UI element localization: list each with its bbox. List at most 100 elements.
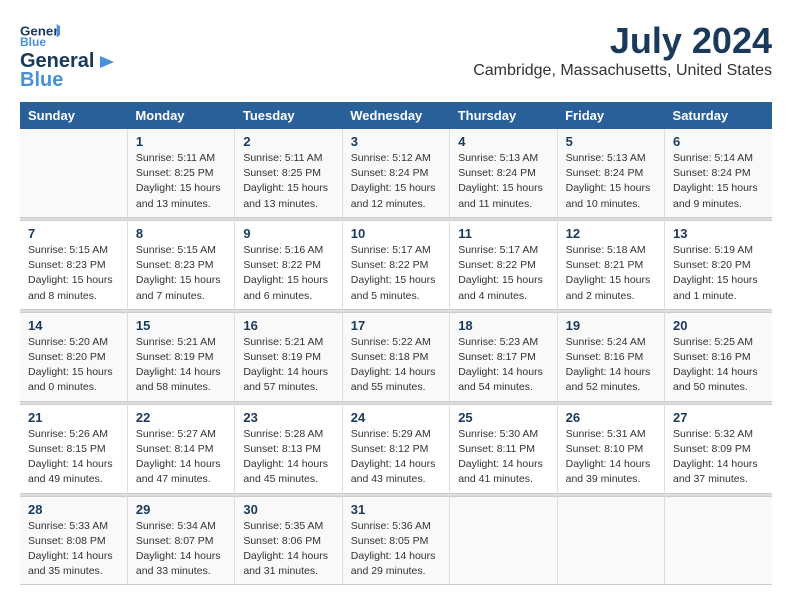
day-info: Sunrise: 5:17 AM Sunset: 8:22 PM Dayligh… — [351, 243, 441, 304]
day-info: Sunrise: 5:11 AM Sunset: 8:25 PM Dayligh… — [136, 151, 226, 212]
day-info: Sunrise: 5:21 AM Sunset: 8:19 PM Dayligh… — [243, 335, 333, 396]
calendar-cell: 20Sunrise: 5:25 AM Sunset: 8:16 PM Dayli… — [665, 312, 772, 401]
day-info: Sunrise: 5:28 AM Sunset: 8:13 PM Dayligh… — [243, 427, 333, 488]
day-info: Sunrise: 5:13 AM Sunset: 8:24 PM Dayligh… — [458, 151, 548, 212]
day-number: 25 — [458, 410, 548, 425]
calendar-cell — [557, 496, 664, 585]
day-info: Sunrise: 5:12 AM Sunset: 8:24 PM Dayligh… — [351, 151, 441, 212]
calendar-cell: 6 Sunrise: 5:14 AM Sunset: 8:24 PM Daylig… — [665, 129, 772, 217]
calendar-cell: 29 Sunrise: 5:34 AM Sunset: 8:07 PM Dayli… — [127, 496, 234, 585]
logo-arrow-icon — [96, 54, 118, 70]
calendar-cell: 25 Sunrise: 5:30 AM Sunset: 8:11 PM Dayli… — [450, 404, 557, 493]
day-info: Sunrise: 5:11 AM Sunset: 8:25 PM Dayligh… — [243, 151, 333, 212]
calendar-cell: 1 Sunrise: 5:11 AM Sunset: 8:25 PM Daylig… — [127, 129, 234, 217]
day-number: 3 — [351, 134, 441, 149]
weekday-header: Wednesday — [342, 102, 449, 129]
day-info: Sunrise: 5:26 AM Sunset: 8:15 PM Dayligh… — [28, 427, 119, 488]
day-number: 9 — [243, 226, 333, 241]
calendar-cell: 13Sunrise: 5:19 AM Sunset: 8:20 PM Dayli… — [665, 220, 772, 309]
title-block: July 2024 Cambridge, Massachusetts, Unit… — [473, 20, 772, 80]
day-number: 11 — [458, 226, 548, 241]
calendar-cell: 9 Sunrise: 5:16 AM Sunset: 8:22 PM Daylig… — [235, 220, 342, 309]
day-info: Sunrise: 5:27 AM Sunset: 8:14 PM Dayligh… — [136, 427, 226, 488]
day-info: Sunrise: 5:15 AM Sunset: 8:23 PM Dayligh… — [28, 243, 119, 304]
day-number: 6 — [673, 134, 764, 149]
calendar-cell: 12Sunrise: 5:18 AM Sunset: 8:21 PM Dayli… — [557, 220, 664, 309]
calendar-cell: 3 Sunrise: 5:12 AM Sunset: 8:24 PM Daylig… — [342, 129, 449, 217]
calendar-cell: 2 Sunrise: 5:11 AM Sunset: 8:25 PM Daylig… — [235, 129, 342, 217]
calendar-cell: 16 Sunrise: 5:21 AM Sunset: 8:19 PM Dayli… — [235, 312, 342, 401]
calendar-cell: 5Sunrise: 5:13 AM Sunset: 8:24 PM Daylig… — [557, 129, 664, 217]
day-number: 31 — [351, 502, 441, 517]
page-title: July 2024 — [473, 20, 772, 62]
svg-text:Blue: Blue — [20, 35, 46, 48]
day-number: 29 — [136, 502, 226, 517]
day-info: Sunrise: 5:34 AM Sunset: 8:07 PM Dayligh… — [136, 519, 226, 580]
calendar-cell: 17 Sunrise: 5:22 AM Sunset: 8:18 PM Dayli… — [342, 312, 449, 401]
day-number: 27 — [673, 410, 764, 425]
day-number: 4 — [458, 134, 548, 149]
calendar-cell: 10 Sunrise: 5:17 AM Sunset: 8:22 PM Dayli… — [342, 220, 449, 309]
calendar-week-row: 28 Sunrise: 5:33 AM Sunset: 8:08 PM Dayli… — [20, 496, 772, 585]
day-info: Sunrise: 5:16 AM Sunset: 8:22 PM Dayligh… — [243, 243, 333, 304]
calendar-cell: 31Sunrise: 5:36 AM Sunset: 8:05 PM Dayli… — [342, 496, 449, 585]
calendar-cell: 15Sunrise: 5:21 AM Sunset: 8:19 PM Dayli… — [127, 312, 234, 401]
calendar-cell: 7Sunrise: 5:15 AM Sunset: 8:23 PM Daylig… — [20, 220, 127, 309]
weekday-header: Thursday — [450, 102, 557, 129]
day-info: Sunrise: 5:24 AM Sunset: 8:16 PM Dayligh… — [566, 335, 656, 396]
day-number: 1 — [136, 134, 226, 149]
day-number: 2 — [243, 134, 333, 149]
calendar-cell: 28 Sunrise: 5:33 AM Sunset: 8:08 PM Dayli… — [20, 496, 127, 585]
weekday-header: Sunday — [20, 102, 127, 129]
calendar-cell: 30Sunrise: 5:35 AM Sunset: 8:06 PM Dayli… — [235, 496, 342, 585]
day-info: Sunrise: 5:17 AM Sunset: 8:22 PM Dayligh… — [458, 243, 548, 304]
day-info: Sunrise: 5:23 AM Sunset: 8:17 PM Dayligh… — [458, 335, 548, 396]
calendar-cell: 23 Sunrise: 5:28 AM Sunset: 8:13 PM Dayli… — [235, 404, 342, 493]
calendar-cell — [665, 496, 772, 585]
day-info: Sunrise: 5:22 AM Sunset: 8:18 PM Dayligh… — [351, 335, 441, 396]
day-info: Sunrise: 5:25 AM Sunset: 8:16 PM Dayligh… — [673, 335, 764, 396]
day-info: Sunrise: 5:30 AM Sunset: 8:11 PM Dayligh… — [458, 427, 548, 488]
calendar-cell: 24Sunrise: 5:29 AM Sunset: 8:12 PM Dayli… — [342, 404, 449, 493]
day-info: Sunrise: 5:13 AM Sunset: 8:24 PM Dayligh… — [566, 151, 656, 212]
day-info: Sunrise: 5:21 AM Sunset: 8:19 PM Dayligh… — [136, 335, 226, 396]
day-number: 23 — [243, 410, 333, 425]
calendar-cell: 26Sunrise: 5:31 AM Sunset: 8:10 PM Dayli… — [557, 404, 664, 493]
day-info: Sunrise: 5:18 AM Sunset: 8:21 PM Dayligh… — [566, 243, 656, 304]
day-number: 10 — [351, 226, 441, 241]
logo-blue: Blue — [20, 69, 63, 92]
calendar-cell: 11 Sunrise: 5:17 AM Sunset: 8:22 PM Dayli… — [450, 220, 557, 309]
day-info: Sunrise: 5:33 AM Sunset: 8:08 PM Dayligh… — [28, 519, 119, 580]
calendar-cell: 8 Sunrise: 5:15 AM Sunset: 8:23 PM Daylig… — [127, 220, 234, 309]
logo-icon: General Blue — [20, 20, 60, 48]
calendar-header-row: SundayMondayTuesdayWednesdayThursdayFrid… — [20, 102, 772, 129]
day-number: 19 — [566, 318, 656, 333]
page-subtitle: Cambridge, Massachusetts, United States — [473, 62, 772, 80]
calendar-cell: 18Sunrise: 5:23 AM Sunset: 8:17 PM Dayli… — [450, 312, 557, 401]
page-header: General Blue General Blue July 2024 Camb… — [20, 20, 772, 92]
calendar-week-row: 7Sunrise: 5:15 AM Sunset: 8:23 PM Daylig… — [20, 220, 772, 309]
day-number: 21 — [28, 410, 119, 425]
day-info: Sunrise: 5:15 AM Sunset: 8:23 PM Dayligh… — [136, 243, 226, 304]
calendar-cell: 19 Sunrise: 5:24 AM Sunset: 8:16 PM Dayli… — [557, 312, 664, 401]
calendar-cell: 4 Sunrise: 5:13 AM Sunset: 8:24 PM Daylig… — [450, 129, 557, 217]
day-number: 14 — [28, 318, 119, 333]
day-info: Sunrise: 5:14 AM Sunset: 8:24 PM Dayligh… — [673, 151, 764, 212]
calendar-cell: 21 Sunrise: 5:26 AM Sunset: 8:15 PM Dayli… — [20, 404, 127, 493]
calendar-cell — [450, 496, 557, 585]
day-info: Sunrise: 5:35 AM Sunset: 8:06 PM Dayligh… — [243, 519, 333, 580]
day-number: 24 — [351, 410, 441, 425]
calendar-cell: 27Sunrise: 5:32 AM Sunset: 8:09 PM Dayli… — [665, 404, 772, 493]
calendar-cell: 22 Sunrise: 5:27 AM Sunset: 8:14 PM Dayli… — [127, 404, 234, 493]
day-number: 28 — [28, 502, 119, 517]
day-number: 16 — [243, 318, 333, 333]
day-number: 8 — [136, 226, 226, 241]
calendar-week-row: 21 Sunrise: 5:26 AM Sunset: 8:15 PM Dayli… — [20, 404, 772, 493]
weekday-header: Friday — [557, 102, 664, 129]
day-number: 17 — [351, 318, 441, 333]
calendar-week-row: 1 Sunrise: 5:11 AM Sunset: 8:25 PM Daylig… — [20, 129, 772, 217]
calendar-cell — [20, 129, 127, 217]
day-info: Sunrise: 5:31 AM Sunset: 8:10 PM Dayligh… — [566, 427, 656, 488]
weekday-header: Tuesday — [235, 102, 342, 129]
day-number: 22 — [136, 410, 226, 425]
